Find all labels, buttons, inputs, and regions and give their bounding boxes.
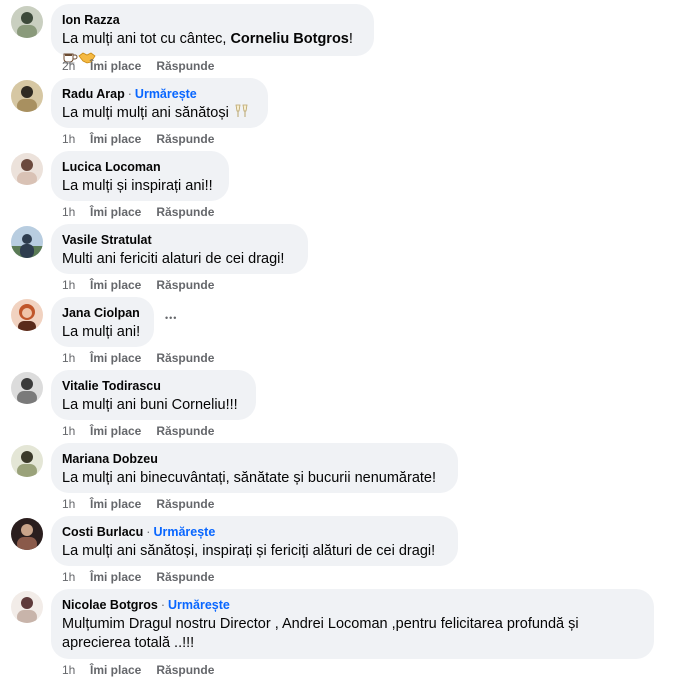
comment-text: La mulți ani sănătoși, inspirați și feri…: [62, 543, 436, 559]
like-button[interactable]: Îmi place: [90, 570, 141, 584]
reply-button[interactable]: Răspunde: [156, 424, 214, 438]
reply-button[interactable]: Răspunde: [156, 663, 214, 677]
timestamp[interactable]: 1h: [62, 205, 90, 219]
comment-bubble: Vitalie Todirascu La mulți ani buni Corn…: [51, 370, 256, 420]
comment-author[interactable]: Jana Ciolpan: [62, 306, 140, 320]
timestamp[interactable]: 1h: [62, 497, 90, 511]
avatar[interactable]: [11, 6, 43, 38]
comment-actions: 1h Îmi place Răspunde: [62, 132, 229, 146]
comment-author[interactable]: Nicolae Botgros: [62, 598, 158, 612]
comment-text: La mulți mulți ani sănătoși: [62, 104, 256, 125]
follow-button[interactable]: Urmărește: [153, 525, 215, 539]
comment-actions: 1h Îmi place Răspunde: [62, 497, 229, 511]
timestamp[interactable]: 1h: [62, 132, 90, 146]
follow-button[interactable]: Urmărește: [135, 87, 197, 101]
comment-bubble: Ion Razza La mulți ani tot cu cântec, Co…: [51, 4, 374, 64]
reply-button[interactable]: Răspunde: [156, 205, 214, 219]
reply-button[interactable]: Răspunde: [156, 570, 214, 584]
avatar[interactable]: [11, 299, 43, 331]
comment-actions: 1h Îmi place Răspunde: [62, 424, 229, 438]
comment-text: La mulți ani!: [62, 324, 141, 340]
comment-bubble: Radu Arap · Urmărește La mulți mulți ani s…: [51, 78, 268, 128]
follow-button[interactable]: Urmărește: [168, 598, 230, 612]
like-button[interactable]: Îmi place: [90, 278, 141, 292]
timestamp[interactable]: 1h: [62, 424, 90, 438]
comment-author[interactable]: Vitalie Todirascu: [62, 379, 161, 393]
timestamp[interactable]: 2h: [62, 59, 90, 73]
like-button[interactable]: Îmi place: [90, 424, 141, 438]
like-button[interactable]: Îmi place: [90, 663, 141, 677]
comment-author[interactable]: Mariana Dobzeu: [62, 452, 158, 466]
like-button[interactable]: Îmi place: [90, 497, 141, 511]
avatar[interactable]: [11, 445, 43, 477]
avatar[interactable]: [11, 80, 43, 112]
comment-text: La mulți ani binecuvântați, sănătate și …: [62, 470, 436, 486]
comment-author[interactable]: Costi Burlacu: [62, 525, 143, 539]
comment-author[interactable]: Lucica Locoman: [62, 160, 161, 174]
comment-actions: 2h Îmi place Răspunde: [62, 59, 229, 73]
avatar[interactable]: [11, 372, 43, 404]
comment-bubble: Nicolae Botgros · Urmărește Mulțumim Dragu…: [51, 589, 654, 659]
avatar[interactable]: [11, 518, 43, 550]
mention-link[interactable]: Corneliu Botgros: [230, 31, 348, 47]
more-options-icon[interactable]: •••: [165, 313, 177, 323]
comment-text: La mulți și inspirați ani!!: [62, 178, 213, 194]
timestamp[interactable]: 1h: [62, 278, 90, 292]
comment-actions: 1h Îmi place Răspunde: [62, 351, 229, 365]
champagne-emoji-icon: [233, 104, 251, 125]
comment-bubble: Mariana Dobzeu La mulți ani binecuvântaț…: [51, 443, 458, 493]
like-button[interactable]: Îmi place: [90, 132, 141, 146]
like-button[interactable]: Îmi place: [90, 59, 141, 73]
like-button[interactable]: Îmi place: [90, 205, 141, 219]
comment-author[interactable]: Vasile Stratulat: [62, 233, 152, 247]
comment-bubble: Jana Ciolpan La mulți ani!: [51, 297, 154, 347]
comment-author[interactable]: Ion Razza: [62, 13, 120, 27]
comment-bubble: Vasile Stratulat Multi ani fericiti alat…: [51, 224, 308, 274]
reply-button[interactable]: Răspunde: [156, 132, 214, 146]
reply-button[interactable]: Răspunde: [156, 497, 214, 511]
comment-bubble: Lucica Locoman La mulți și inspirați ani…: [51, 151, 229, 201]
timestamp[interactable]: 1h: [62, 570, 90, 584]
comment-actions: 1h Îmi place Răspunde: [62, 663, 229, 677]
avatar[interactable]: [11, 591, 43, 623]
comment-text: Multi ani fericiti alaturi de cei dragi!: [62, 251, 285, 267]
avatar[interactable]: [11, 226, 43, 258]
comment-text: Mulțumim Dragul nostru Director , Andrei…: [62, 616, 579, 651]
reply-button[interactable]: Răspunde: [156, 59, 214, 73]
reply-button[interactable]: Răspunde: [156, 278, 214, 292]
avatar[interactable]: [11, 153, 43, 185]
reply-button[interactable]: Răspunde: [156, 351, 214, 365]
comment-author[interactable]: Radu Arap: [62, 87, 125, 101]
comment-actions: 1h Îmi place Răspunde: [62, 570, 229, 584]
comment-bubble: Costi Burlacu · Urmărește La mulți ani săn…: [51, 516, 458, 566]
comment-text: La mulți ani buni Corneliu!!!: [62, 397, 238, 413]
comment-actions: 1h Îmi place Răspunde: [62, 278, 229, 292]
timestamp[interactable]: 1h: [62, 351, 90, 365]
like-button[interactable]: Îmi place: [90, 351, 141, 365]
timestamp[interactable]: 1h: [62, 663, 90, 677]
comment-actions: 1h Îmi place Răspunde: [62, 205, 229, 219]
